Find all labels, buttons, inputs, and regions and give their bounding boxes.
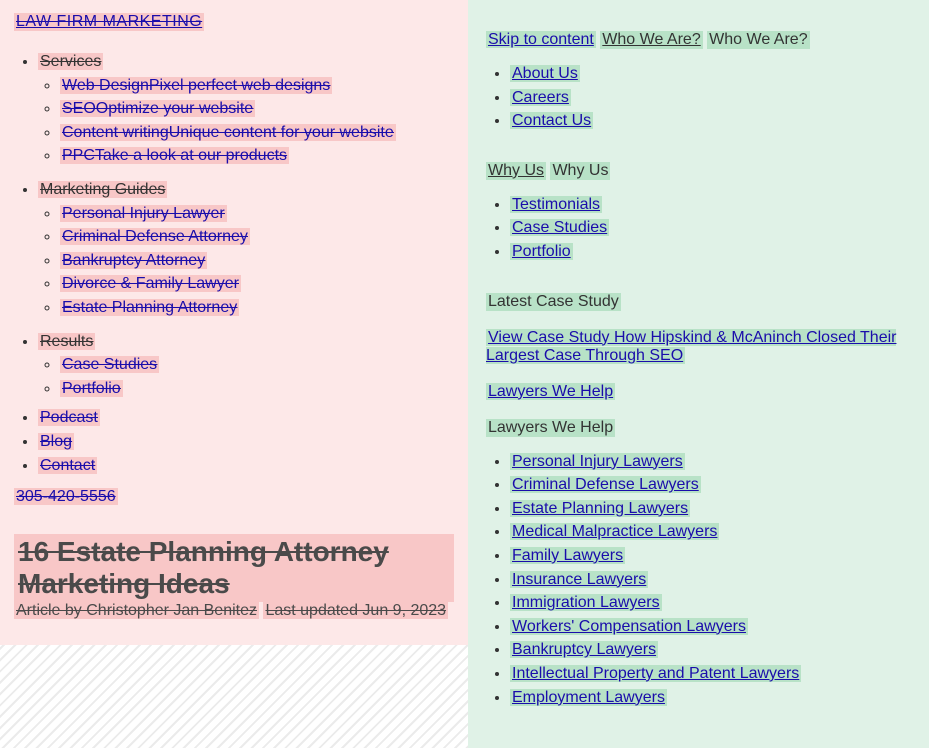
link-careers[interactable]: Careers bbox=[510, 89, 571, 106]
link-personal-injury-lawyers[interactable]: Personal Injury Lawyers bbox=[510, 453, 685, 470]
nav-case-studies[interactable]: Case Studies bbox=[60, 356, 159, 373]
diff-hatch bbox=[0, 645, 468, 748]
link-testimonials[interactable]: Testimonials bbox=[510, 196, 602, 213]
nav-contact[interactable]: Contact bbox=[38, 457, 97, 474]
author-line: Article by Christopher Jan Benitez bbox=[14, 602, 259, 619]
phone-link[interactable]: 305-420-5556 bbox=[14, 488, 118, 505]
page-title: 16 Estate Planning Attorney Marketing Id… bbox=[14, 534, 454, 602]
link-medical-malpractice-lawyers[interactable]: Medical Malpractice Lawyers bbox=[510, 523, 719, 540]
nav-podcast[interactable]: Podcast bbox=[38, 409, 100, 426]
link-insurance-lawyers[interactable]: Insurance Lawyers bbox=[510, 571, 648, 588]
right-panel: Skip to content Who We Are? Who We Are? … bbox=[468, 0, 929, 748]
section-heading-lawyers: Lawyers We Help bbox=[486, 419, 615, 437]
section-link-who-we-are[interactable]: Who We Are? bbox=[600, 31, 702, 49]
link-estate-planning-lawyers[interactable]: Estate Planning Lawyers bbox=[510, 500, 690, 517]
nav-divorce-family[interactable]: Divorce & Family Lawyer bbox=[60, 275, 241, 292]
link-contact-us[interactable]: Contact Us bbox=[510, 112, 593, 129]
skip-to-content[interactable]: Skip to content bbox=[486, 31, 596, 48]
nav-content-writing[interactable]: Content writingUnique content for your w… bbox=[60, 124, 396, 141]
link-case-studies[interactable]: Case Studies bbox=[510, 219, 609, 236]
link-employment-lawyers[interactable]: Employment Lawyers bbox=[510, 689, 667, 706]
nav-web-design[interactable]: Web DesignPixel perfect web designs bbox=[60, 77, 332, 94]
nav-criminal-defense[interactable]: Criminal Defense Attorney bbox=[60, 228, 250, 245]
nav-seo[interactable]: SEOOptimize your website bbox=[60, 100, 255, 117]
brand-link[interactable]: LAW FIRM MARKETING bbox=[14, 13, 204, 31]
section-link-lawyers[interactable]: Lawyers We Help bbox=[486, 383, 615, 400]
link-family-lawyers[interactable]: Family Lawyers bbox=[510, 547, 625, 564]
nav-bankruptcy[interactable]: Bankruptcy Attorney bbox=[60, 252, 207, 269]
link-immigration-lawyers[interactable]: Immigration Lawyers bbox=[510, 594, 662, 611]
section-link-why-us[interactable]: Why Us bbox=[486, 162, 546, 180]
primary-nav: Services Web DesignPixel perfect web des… bbox=[14, 51, 454, 167]
latest-case-link[interactable]: View Case Study How Hipskind & McAninch … bbox=[486, 329, 896, 364]
latest-case-heading: Latest Case Study bbox=[486, 293, 621, 311]
nav-services[interactable]: Services bbox=[38, 53, 103, 70]
link-workers-comp-lawyers[interactable]: Workers' Compensation Lawyers bbox=[510, 618, 748, 635]
link-criminal-defense-lawyers[interactable]: Criminal Defense Lawyers bbox=[510, 476, 701, 493]
updated-line: Last updated Jun 9, 2023 bbox=[263, 602, 448, 619]
nav-portfolio[interactable]: Portfolio bbox=[60, 380, 123, 397]
nav-ppc[interactable]: PPCTake a look at our products bbox=[60, 147, 289, 164]
nav-estate-planning[interactable]: Estate Planning Attorney bbox=[60, 299, 239, 316]
nav-blog[interactable]: Blog bbox=[38, 433, 74, 450]
link-bankruptcy-lawyers[interactable]: Bankruptcy Lawyers bbox=[510, 641, 658, 658]
nav-personal-injury[interactable]: Personal Injury Lawyer bbox=[60, 205, 227, 222]
nav-marketing-guides[interactable]: Marketing Guides bbox=[38, 181, 167, 198]
section-heading-who-we-are: Who We Are? bbox=[707, 31, 809, 49]
link-portfolio[interactable]: Portfolio bbox=[510, 243, 573, 260]
nav-results[interactable]: Results bbox=[38, 333, 95, 350]
section-heading-why-us: Why Us bbox=[550, 162, 610, 180]
link-ip-patent-lawyers[interactable]: Intellectual Property and Patent Lawyers bbox=[510, 665, 801, 682]
link-about-us[interactable]: About Us bbox=[510, 65, 580, 82]
left-panel: LAW FIRM MARKETING Services Web DesignPi… bbox=[0, 0, 468, 748]
